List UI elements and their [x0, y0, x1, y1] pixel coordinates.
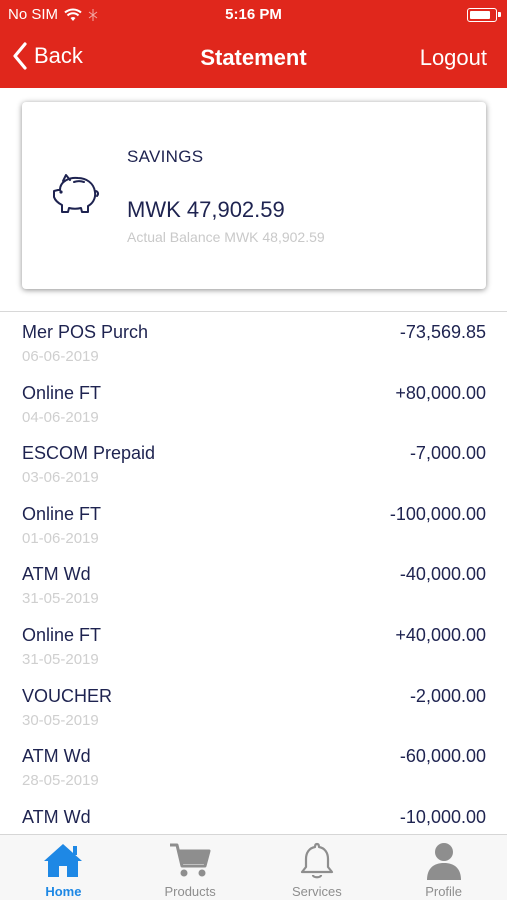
tab-label: Profile — [425, 884, 463, 899]
transaction-amount: -40,000.00 — [399, 564, 486, 585]
tab-services[interactable]: Services — [254, 835, 381, 900]
piggy-bank-icon — [53, 174, 100, 213]
transaction-row[interactable]: ATM Wd 31-05-2019 -40,000.00 — [0, 554, 507, 615]
transaction-description: Online FT — [22, 503, 102, 524]
transaction-description: VOUCHER — [22, 685, 113, 706]
transaction-amount: -7,000.00 — [409, 443, 486, 464]
clock: 5:16 PM — [225, 6, 282, 23]
transaction-row[interactable]: ESCOM Prepaid 03-06-2019 -7,000.00 — [0, 433, 507, 494]
status-bar: No SIM 5:16 PM — [0, 0, 507, 30]
transaction-amount: +40,000.00 — [395, 624, 486, 645]
transaction-row[interactable]: ATM Wd -10,000.00 — [0, 797, 507, 834]
transaction-row[interactable]: Mer POS Purch 06-06-2019 -73,569.85 — [0, 312, 507, 373]
tab-label: Services — [291, 884, 342, 899]
tab-home[interactable]: Home — [0, 835, 127, 900]
tab-profile[interactable]: Profile — [380, 835, 507, 900]
tab-bar: Home Products Services Profile — [0, 834, 507, 900]
transaction-row[interactable]: ATM Wd 28-05-2019 -60,000.00 — [0, 736, 507, 797]
transaction-date: 31-05-2019 — [22, 650, 99, 668]
transaction-date: 31-05-2019 — [22, 590, 99, 608]
transaction-date: 04-06-2019 — [22, 408, 99, 426]
available-balance: MWK 47,902.59 — [127, 197, 285, 222]
transaction-date: 06-06-2019 — [22, 348, 99, 365]
battery-icon — [467, 8, 501, 22]
home-icon — [44, 844, 83, 877]
actual-balance: Actual Balance MWK 48,902.59 — [127, 229, 325, 245]
transaction-date: 01-06-2019 — [22, 529, 99, 547]
transaction-list[interactable]: Mer POS Purch 06-06-2019 -73,569.85 Onli… — [0, 312, 507, 834]
transaction-row[interactable]: VOUCHER 30-05-2019 -2,000.00 — [0, 676, 507, 737]
transaction-row[interactable]: Online FT 01-06-2019 -100,000.00 — [0, 494, 507, 555]
transaction-amount: -10,000.00 — [399, 806, 486, 827]
logout-button[interactable]: Logout — [420, 45, 487, 71]
tab-label: Home — [45, 884, 82, 899]
transaction-description: Online FT — [22, 382, 102, 403]
account-card[interactable]: SAVINGS MWK 47,902.59 Actual Balance MWK… — [22, 102, 486, 289]
transaction-row[interactable]: Online FT 04-06-2019 +80,000.00 — [0, 373, 507, 434]
transaction-amount: -2,000.00 — [409, 685, 486, 706]
nav-bar: Back Statement Logout — [0, 30, 507, 88]
tab-label: Products — [164, 884, 216, 899]
transaction-amount: +80,000.00 — [395, 382, 486, 403]
tab-products[interactable]: Products — [127, 835, 254, 900]
transaction-description: ESCOM Prepaid — [22, 443, 156, 464]
transaction-description: Online FT — [22, 624, 102, 645]
transaction-amount: -60,000.00 — [399, 746, 486, 767]
transaction-description: ATM Wd — [22, 806, 91, 827]
transaction-row[interactable]: Online FT 31-05-2019 +40,000.00 — [0, 615, 507, 676]
user-icon — [426, 843, 461, 880]
transaction-date: 28-05-2019 — [22, 772, 99, 790]
transaction-amount: -73,569.85 — [399, 322, 486, 342]
transaction-date: 03-06-2019 — [22, 469, 99, 487]
cart-icon — [170, 843, 211, 877]
transaction-description: ATM Wd — [22, 746, 91, 767]
bell-icon — [300, 842, 333, 879]
transaction-date: 30-05-2019 — [22, 711, 99, 729]
transaction-description: Mer POS Purch — [22, 322, 149, 342]
transaction-amount: -100,000.00 — [389, 503, 486, 524]
account-type: SAVINGS — [127, 147, 204, 166]
transaction-description: ATM Wd — [22, 564, 91, 585]
